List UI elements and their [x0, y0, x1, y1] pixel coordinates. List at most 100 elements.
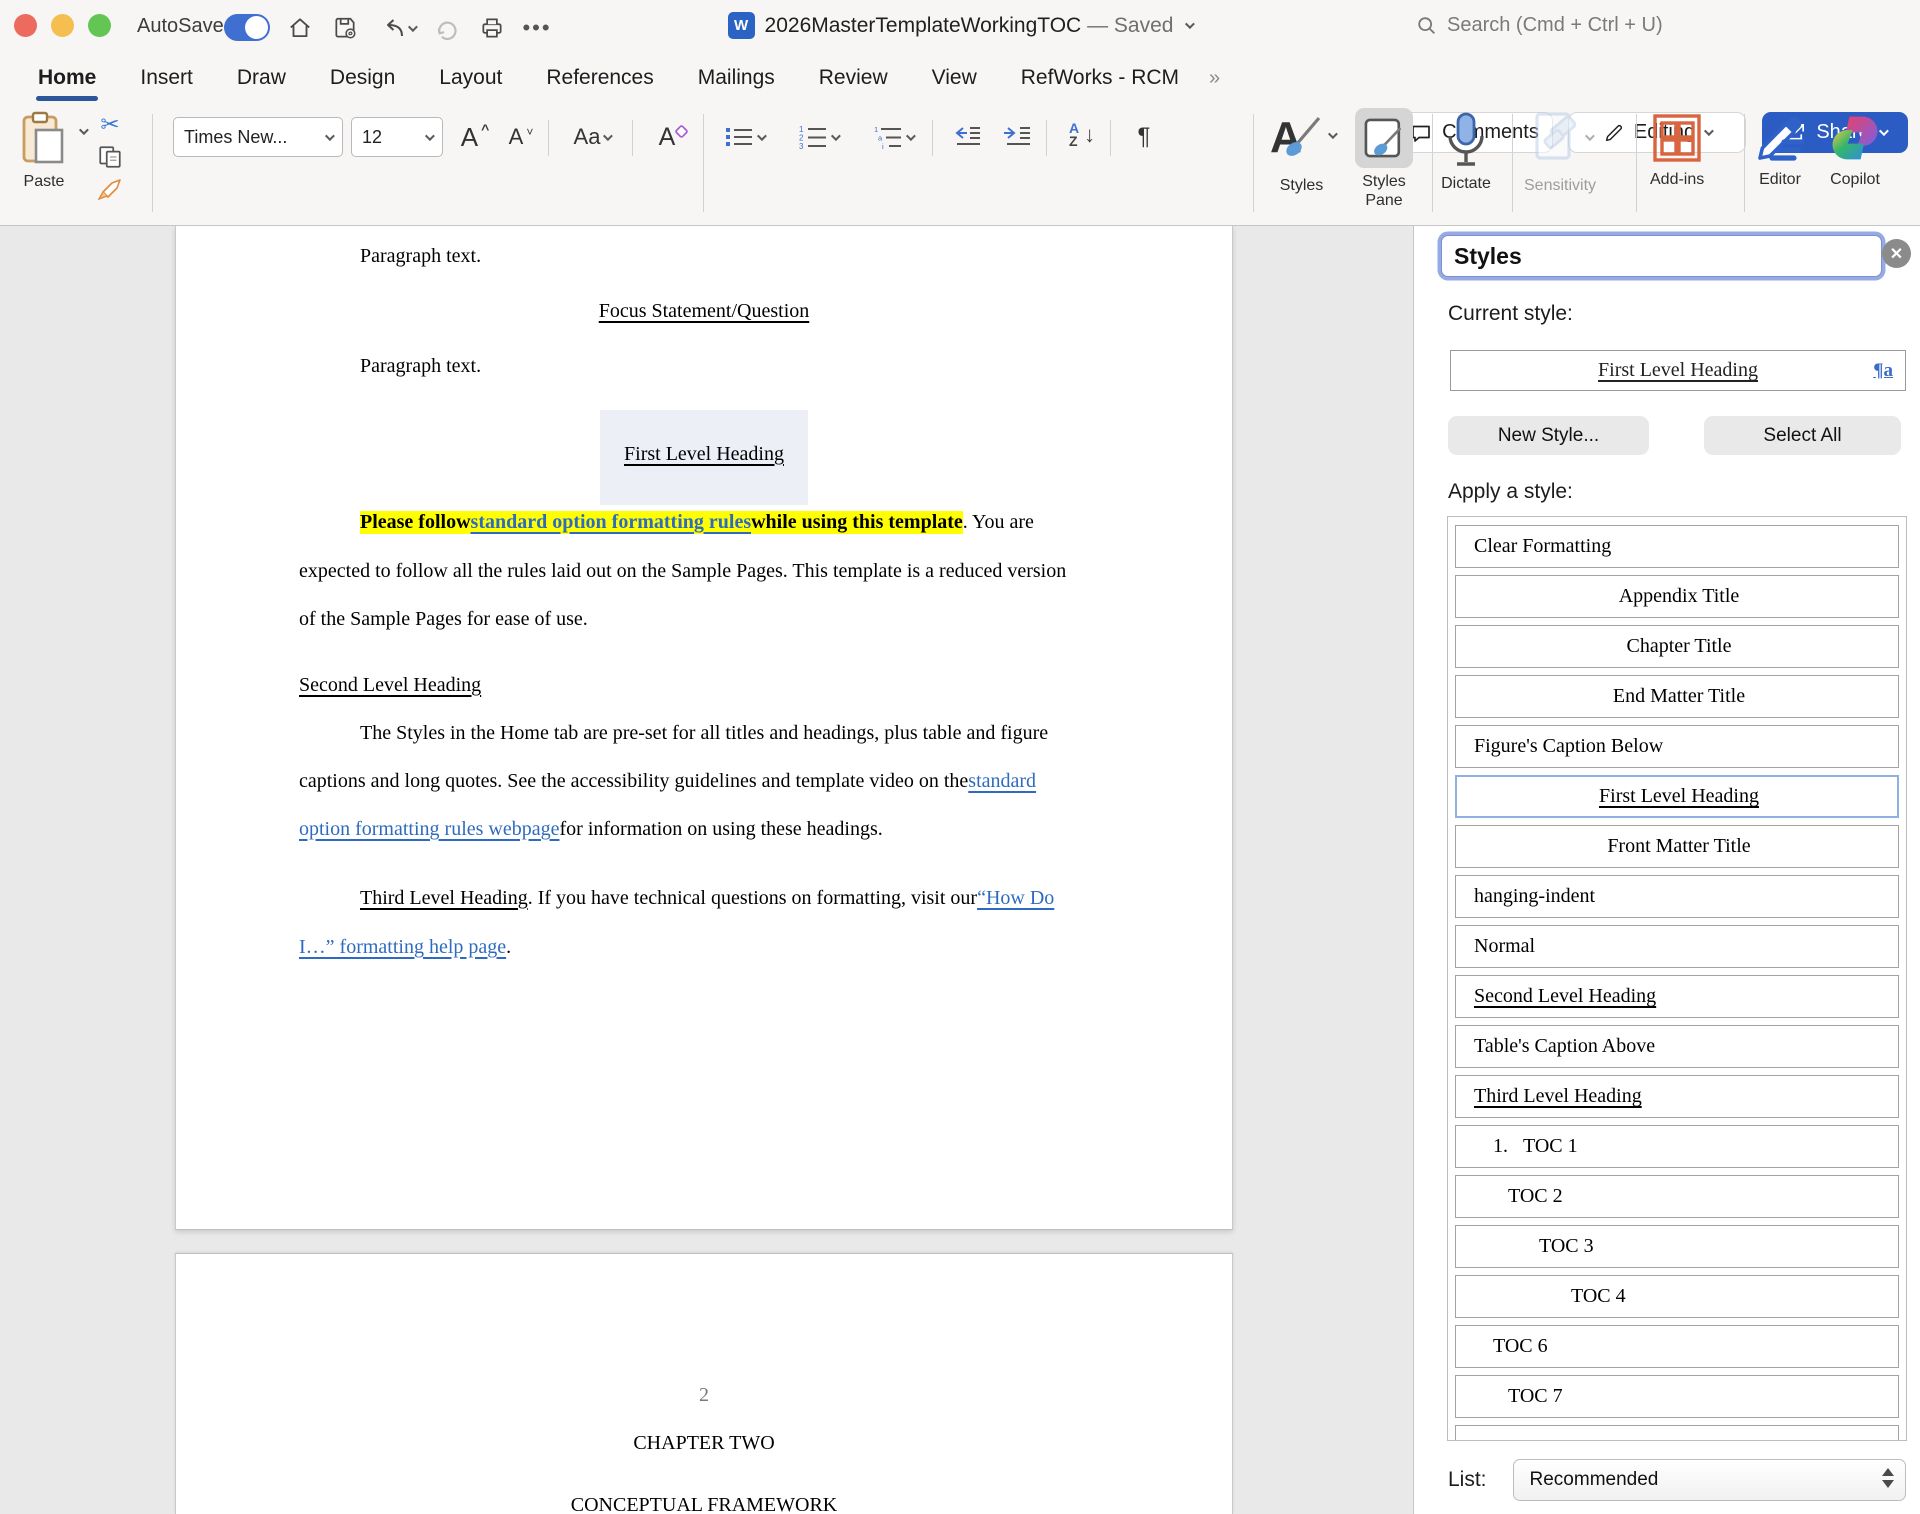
doc-line[interactable]: 2 — [176, 1371, 1232, 1419]
increase-indent-button[interactable] — [994, 116, 1042, 158]
style-item-chapter-title[interactable]: Chapter Title — [1455, 625, 1899, 668]
tab-draw[interactable]: Draw — [215, 55, 308, 104]
styles-chevron[interactable] — [1328, 129, 1338, 139]
tab-references[interactable]: References — [524, 55, 675, 104]
addins-button[interactable]: Add-ins — [1650, 110, 1704, 189]
doc-line[interactable]: Please follow standard option formatting… — [176, 498, 1232, 546]
grow-font-button[interactable]: A^ — [452, 116, 498, 158]
style-item-label: TOC 1 — [1523, 1135, 1578, 1158]
styles-pane-search-input[interactable]: Styles — [1441, 235, 1882, 277]
doc-hyperlink[interactable]: option formatting rules webpage — [299, 818, 560, 841]
doc-line[interactable]: option formatting rules webpage for info… — [176, 805, 1232, 853]
doc-line[interactable]: captions and long quotes. See the access… — [176, 757, 1232, 805]
sort-button[interactable]: AZ ↓ — [1058, 114, 1106, 156]
document-page-2[interactable]: 2CHAPTER TWO CONCEPTUAL FRAMEWORK — [175, 1253, 1233, 1514]
close-pane-icon[interactable]: ✕ — [1882, 239, 1911, 268]
style-item-third-level-heading[interactable]: Third Level Heading — [1455, 1075, 1899, 1118]
zoom-window-button[interactable] — [88, 14, 111, 37]
copilot-button[interactable]: Copilot — [1828, 110, 1882, 189]
undo-icon[interactable] — [374, 12, 418, 44]
bullets-button[interactable] — [712, 116, 776, 158]
tabs-overflow-chevron[interactable]: » — [1201, 55, 1228, 104]
tab-home[interactable]: Home — [16, 55, 118, 104]
tab-mailings[interactable]: Mailings — [676, 55, 797, 104]
doc-hyperlink[interactable]: I…” formatting help page — [299, 936, 506, 959]
doc-line[interactable]: Paragraph text. — [176, 232, 1232, 280]
paste-button[interactable]: Paste — [18, 110, 70, 191]
style-item-toc-1[interactable]: 1.TOC 1 — [1455, 1125, 1899, 1168]
style-item-front-matter-title[interactable]: Front Matter Title — [1455, 825, 1899, 868]
style-item-end-matter-title[interactable]: End Matter Title — [1455, 675, 1899, 718]
tab-design[interactable]: Design — [308, 55, 417, 104]
paste-chevron[interactable] — [79, 125, 89, 135]
close-window-button[interactable] — [14, 14, 37, 37]
decrease-indent-button[interactable] — [944, 116, 992, 158]
tab-refworks-rcm[interactable]: RefWorks - RCM — [999, 55, 1201, 104]
style-item-figure-s-caption-below[interactable]: Figure's Caption Below — [1455, 725, 1899, 768]
doc-line[interactable]: of the Sample Pages for ease of use. — [176, 595, 1232, 643]
tab-insert[interactable]: Insert — [118, 55, 215, 104]
doc-text: Please follow — [360, 511, 471, 534]
style-item-table-s-caption-above[interactable]: Table's Caption Above — [1455, 1025, 1899, 1068]
document-page-1[interactable]: Paragraph text. Focus Statement/Question P… — [175, 226, 1233, 1230]
autosave-toggle[interactable] — [224, 14, 270, 41]
doc-line[interactable]: Paragraph text. — [176, 342, 1232, 390]
style-item-first-level-heading[interactable]: First Level Heading — [1455, 775, 1899, 818]
dictate-button[interactable]: Dictate — [1438, 110, 1494, 193]
format-painter-icon[interactable] — [96, 178, 124, 204]
search-input[interactable]: Search (Cmd + Ctrl + U) — [1416, 14, 1663, 37]
style-item-partial[interactable] — [1455, 1425, 1899, 1441]
style-item-second-level-heading[interactable]: Second Level Heading — [1455, 975, 1899, 1018]
style-item-normal[interactable]: Normal — [1455, 925, 1899, 968]
list-filter-select[interactable]: Recommended — [1513, 1459, 1906, 1501]
doc-line[interactable]: CHAPTER TWO — [176, 1419, 1232, 1467]
undo-menu-chevron[interactable] — [407, 22, 417, 32]
font-name-select[interactable]: Times New... — [173, 117, 343, 157]
home-icon[interactable] — [284, 12, 316, 44]
style-item-hanging-indent[interactable]: hanging-indent — [1455, 875, 1899, 918]
tab-review[interactable]: Review — [797, 55, 910, 104]
editor-button[interactable]: Editor — [1752, 110, 1808, 189]
style-item-toc-3[interactable]: TOC 3 — [1455, 1225, 1899, 1268]
multilevel-list-button[interactable]: 1ai — [860, 116, 926, 158]
doc-line[interactable]: CONCEPTUAL FRAMEWORK — [176, 1481, 1232, 1514]
doc-line[interactable]: Third Level Heading. If you have technic… — [176, 874, 1232, 922]
document-canvas[interactable]: Paragraph text. Focus Statement/Question P… — [0, 226, 1413, 1514]
styles-pane-button[interactable]: Styles Pane — [1352, 108, 1416, 210]
doc-line[interactable]: Second Level Heading — [176, 661, 1232, 709]
style-item-toc-4[interactable]: TOC 4 — [1455, 1275, 1899, 1318]
style-item-appendix-title[interactable]: Appendix Title — [1455, 575, 1899, 618]
more-commands-icon[interactable]: ••• — [521, 12, 553, 44]
numbering-button[interactable]: 123 — [786, 116, 850, 158]
minimize-window-button[interactable] — [51, 14, 74, 37]
select-all-button[interactable]: Select All — [1704, 416, 1901, 455]
doc-line[interactable]: The Styles in the Home tab are pre-set f… — [176, 709, 1232, 757]
show-paragraph-marks-button[interactable]: ¶ — [1122, 116, 1166, 158]
doc-line[interactable]: expected to follow all the rules laid ou… — [176, 547, 1232, 595]
tab-view[interactable]: View — [910, 55, 999, 104]
print-icon[interactable] — [476, 12, 508, 44]
doc-hyperlink[interactable]: standard option formatting rules — [471, 511, 752, 534]
clear-formatting-button[interactable]: A — [646, 116, 702, 158]
doc-hyperlink[interactable]: “How Do — [977, 887, 1054, 910]
doc-text: Paragraph text. — [360, 355, 481, 378]
copy-icon[interactable] — [97, 144, 123, 170]
style-item-clear-formatting[interactable]: Clear Formatting — [1455, 525, 1899, 568]
save-icon[interactable] — [329, 12, 361, 44]
selected-text-block: First Level Heading — [600, 410, 808, 505]
styles-gallery-button[interactable]: A Styles — [1268, 110, 1335, 195]
change-case-button[interactable]: Aa — [560, 116, 624, 158]
style-item-toc-2[interactable]: TOC 2 — [1455, 1175, 1899, 1218]
style-item-toc-6[interactable]: TOC 6 — [1455, 1325, 1899, 1368]
doc-line[interactable]: Focus Statement/Question — [176, 287, 1232, 335]
tab-layout[interactable]: Layout — [417, 55, 524, 104]
shrink-font-button[interactable]: A˅ — [500, 116, 542, 158]
doc-line[interactable]: First Level Heading — [176, 433, 1232, 481]
style-item-toc-7[interactable]: TOC 7 — [1455, 1375, 1899, 1418]
doc-line[interactable]: I…” formatting help page. — [176, 923, 1232, 971]
font-size-select[interactable]: 12 — [351, 117, 443, 157]
doc-hyperlink[interactable]: standard — [968, 770, 1036, 793]
current-style-box[interactable]: First Level Heading ¶a — [1450, 350, 1906, 391]
cut-icon[interactable]: ✂ — [100, 112, 119, 136]
new-style-button[interactable]: New Style... — [1448, 416, 1649, 455]
